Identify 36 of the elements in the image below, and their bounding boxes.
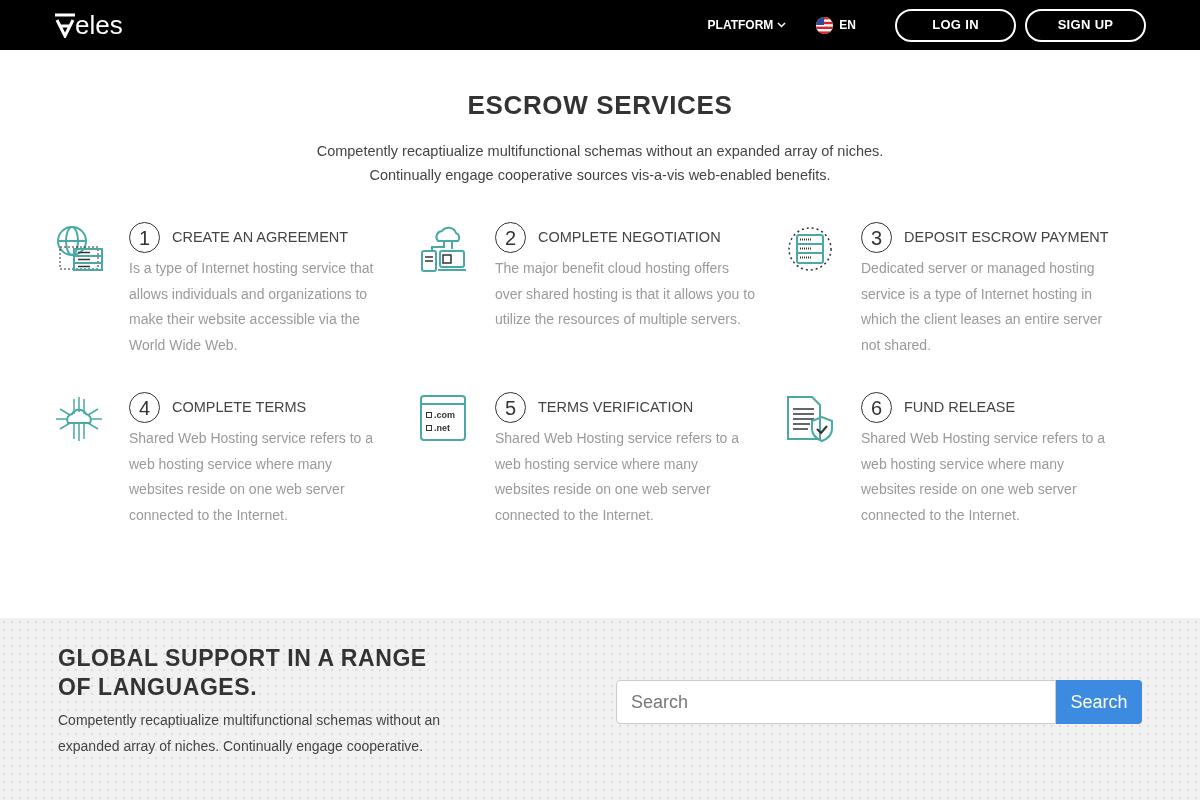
step-description: Is a type of Internet hosting service that allows individuals and organizations to make their website accessible via the World Wide Web. — [129, 259, 375, 355]
step-description: Shared Web Hosting service refers to a web hosting service where many websites reside on one web server connected to the Internet. — [129, 429, 375, 525]
checkbox-square-icon — [426, 425, 432, 431]
cloud-devices-icon — [420, 225, 468, 273]
log-in-button[interactable]: LOG IN — [895, 8, 1016, 42]
step-title: CREATE AN AGREEMENT — [172, 227, 349, 247]
section-title: ESCROW SERVICES — [467, 89, 733, 122]
step-title: TERMS VERIFICATION — [538, 397, 694, 417]
document-shield-icon — [786, 395, 834, 443]
domain-label: .net — [434, 422, 450, 434]
globe-server-icon — [54, 225, 104, 273]
circuit-cloud-icon — [54, 395, 104, 443]
checkbox-square-icon — [426, 412, 432, 418]
logo-mark-icon — [54, 12, 76, 38]
flag-icon — [816, 16, 834, 34]
section-subtitle: Continually engage cooperative sources vis-a-vis web-enabled benefits. — [369, 166, 831, 185]
step-title: FUND RELEASE — [904, 397, 1016, 417]
search-field[interactable]: Search — [616, 680, 1056, 724]
sign-up-button[interactable]: SIGN UP — [1025, 8, 1146, 42]
step-description: Shared Web Hosting service refers to a web hosting service where many websites reside on one web server connected to the Internet. — [861, 429, 1107, 525]
step-title: COMPLETE TERMS — [172, 397, 307, 417]
logo-text: eles — [75, 12, 123, 38]
support-text: Competently recaptiualize multifunctional schemas without an expanded array of niches. Continually engage cooperative. — [58, 711, 442, 756]
step-description: Shared Web Hosting service refers to a web hosting service where many websites reside on one web server connected to the Internet. — [495, 429, 741, 525]
search-button[interactable]: Search — [1056, 680, 1142, 724]
platform-menu[interactable]: PLATFORM — [707, 16, 787, 34]
language-code[interactable]: EN — [839, 16, 856, 34]
step-title: DEPOSIT ESCROW PAYMENT — [904, 227, 1109, 247]
server-sync-icon — [786, 225, 834, 273]
step-description: Dedicated server or managed hosting service is a type of Internet hosting in which the client leases an entire server not shared. — [861, 259, 1104, 355]
support-title: GLOBAL SUPPORT IN A RANGE OF LANGUAGES. — [58, 644, 428, 702]
domain-label: .com — [434, 409, 455, 421]
chevron-down-icon — [777, 22, 787, 28]
section-subtitle: Competently recaptiualize multifunctional schemas without an expanded array of niches. — [316, 142, 884, 161]
step-description: The major benefit cloud hosting offers over shared hosting is that it allows you to utilize the resources of multiple servers. — [495, 259, 755, 329]
step-title: COMPLETE NEGOTIATION — [538, 227, 721, 247]
